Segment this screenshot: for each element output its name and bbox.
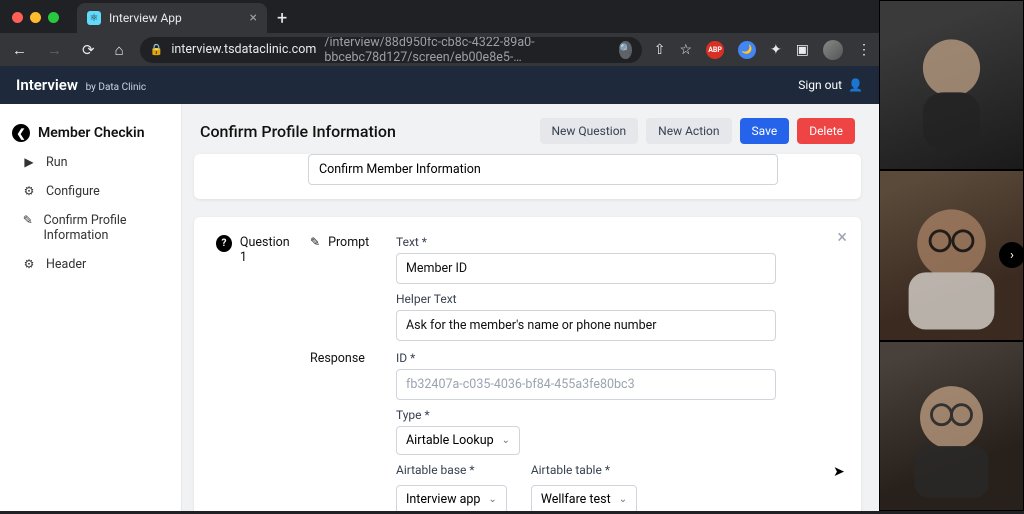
response-id-input[interactable]: fb32407a-c035-4036-bf84-455a3fe80bc3 [396,369,776,400]
type-select[interactable]: Airtable Lookup ⌄ [396,426,520,455]
window-max-dot[interactable] [48,12,59,23]
user-icon: 👤 [848,78,863,92]
next-arrow-icon[interactable]: › [999,242,1024,268]
chevron-down-icon: ⌄ [502,435,510,446]
address-bar[interactable]: 🔒 interview.tsdataclinic.com/interview/8… [140,37,642,63]
helper-field-label: Helper Text [396,292,839,306]
sign-out-button[interactable]: Sign out 👤 [798,78,863,92]
question-badge: Question 1 [240,235,296,341]
card-close-icon[interactable]: × [837,227,847,248]
participant-video[interactable] [879,0,1024,170]
video-call-panel: › [879,0,1024,511]
nav-back-icon[interactable]: ← [8,39,31,61]
sidebar-item-header[interactable]: ⚙ Header [0,250,181,279]
gear-icon: ⚙ [22,184,36,198]
chevron-down-icon: ⌄ [619,494,627,505]
panel-icon[interactable]: ▣ [796,42,809,58]
type-field-label: Type [396,408,839,422]
sidebar-item-label: Run [46,155,68,170]
banner-card: Confirm Member Information [194,154,861,199]
sidebar-item-label: Configure [46,184,100,199]
helper-text-input[interactable]: Ask for the member's name or phone numbe… [396,310,776,341]
nav-home-icon[interactable]: ⌂ [111,39,128,61]
abp-extension-icon[interactable]: ABP [706,41,724,59]
url-host: interview.tsdataclinic.com [171,42,316,57]
browser-toolbar: ← → ⟳ ⌂ 🔒 interview.tsdataclinic.com/int… [0,33,879,66]
nav-reload-icon[interactable]: ⟳ [78,39,99,61]
main-content: Confirm Profile Information New Question… [182,104,879,511]
sidebar-title-label: Member Checkin [38,125,145,141]
prompt-section-label: Prompt [328,235,369,341]
window-controls [12,12,59,23]
sidebar-item-confirm-profile[interactable]: ✎ Confirm Profile Information [0,206,181,250]
prompt-text-input[interactable]: Member ID [396,253,776,284]
text-field-label: Text [396,235,839,249]
tab-title: Interview App [109,11,182,25]
browser-tab[interactable]: ⚛ Interview App × [77,3,267,33]
sidebar-item-label: Confirm Profile Information [43,213,167,243]
banner-title-input[interactable]: Confirm Member Information [308,154,778,185]
help-icon[interactable]: ? [216,235,232,252]
airtable-table-select[interactable]: Wellfare test ⌄ [531,485,637,511]
type-select-value: Airtable Lookup [406,433,494,448]
new-action-button[interactable]: New Action [646,118,731,144]
new-question-button[interactable]: New Question [540,118,639,144]
extensions-puzzle-icon[interactable]: ✦ [770,42,782,58]
response-section-label: Response [310,351,365,511]
airtable-base-value: Interview app [406,492,480,507]
gear-icon: ⚙ [22,257,36,271]
window-close-dot[interactable] [12,12,23,23]
tab-close-icon[interactable]: × [250,10,257,26]
share-icon[interactable]: ⇧ [654,42,666,58]
profile-avatar-icon[interactable] [823,40,843,60]
nav-forward-icon[interactable]: → [43,39,66,61]
sidebar-back-icon[interactable]: ❮ [12,124,30,142]
airtable-table-value: Wellfare test [541,492,611,507]
kebab-menu-icon[interactable]: ⋮ [857,42,871,58]
edit-icon: ✎ [22,213,33,227]
airtable-table-label: Airtable table [531,463,637,477]
sidebar: ❮ Member Checkin ▶ Run ⚙ Configure ✎ Con… [0,104,182,511]
star-icon[interactable]: ☆ [679,42,692,58]
sign-out-label: Sign out [798,78,842,92]
search-in-url-icon[interactable]: 🔍 [619,41,631,59]
brand: Interview by Data Clinic [16,76,146,94]
brand-main: Interview [16,76,78,94]
id-field-label: ID [396,351,839,365]
participant-video[interactable]: › [879,170,1024,340]
page-title: Confirm Profile Information [200,122,396,141]
save-button[interactable]: Save [740,118,790,144]
lock-icon: 🔒 [150,43,164,56]
question-card: × ? Question 1 ✎ Prompt Text Member ID H… [194,217,861,511]
participant-video[interactable] [879,341,1024,511]
airtable-base-select[interactable]: Interview app ⌄ [396,485,507,511]
app-header: Interview by Data Clinic Sign out 👤 [0,66,879,104]
window-min-dot[interactable] [30,12,41,23]
sidebar-item-label: Header [46,257,86,272]
extension-icon[interactable]: 🌙 [738,41,756,59]
play-icon: ▶ [22,155,36,169]
delete-button[interactable]: Delete [797,118,855,144]
url-path: /interview/88d950fc-cb8c-4322-89a0-bbceb… [324,37,603,63]
chevron-down-icon: ⌄ [488,494,496,505]
browser-tab-strip: ⚛ Interview App × + [0,0,879,33]
brand-sub: by Data Clinic [86,82,147,93]
pencil-icon[interactable]: ✎ [310,235,320,341]
new-tab-button[interactable]: + [277,8,287,29]
airtable-base-label: Airtable base [396,463,507,477]
sidebar-title: ❮ Member Checkin [0,118,181,148]
sidebar-item-configure[interactable]: ⚙ Configure [0,177,181,206]
sidebar-item-run[interactable]: ▶ Run [0,148,181,177]
react-favicon-icon: ⚛ [87,11,101,25]
